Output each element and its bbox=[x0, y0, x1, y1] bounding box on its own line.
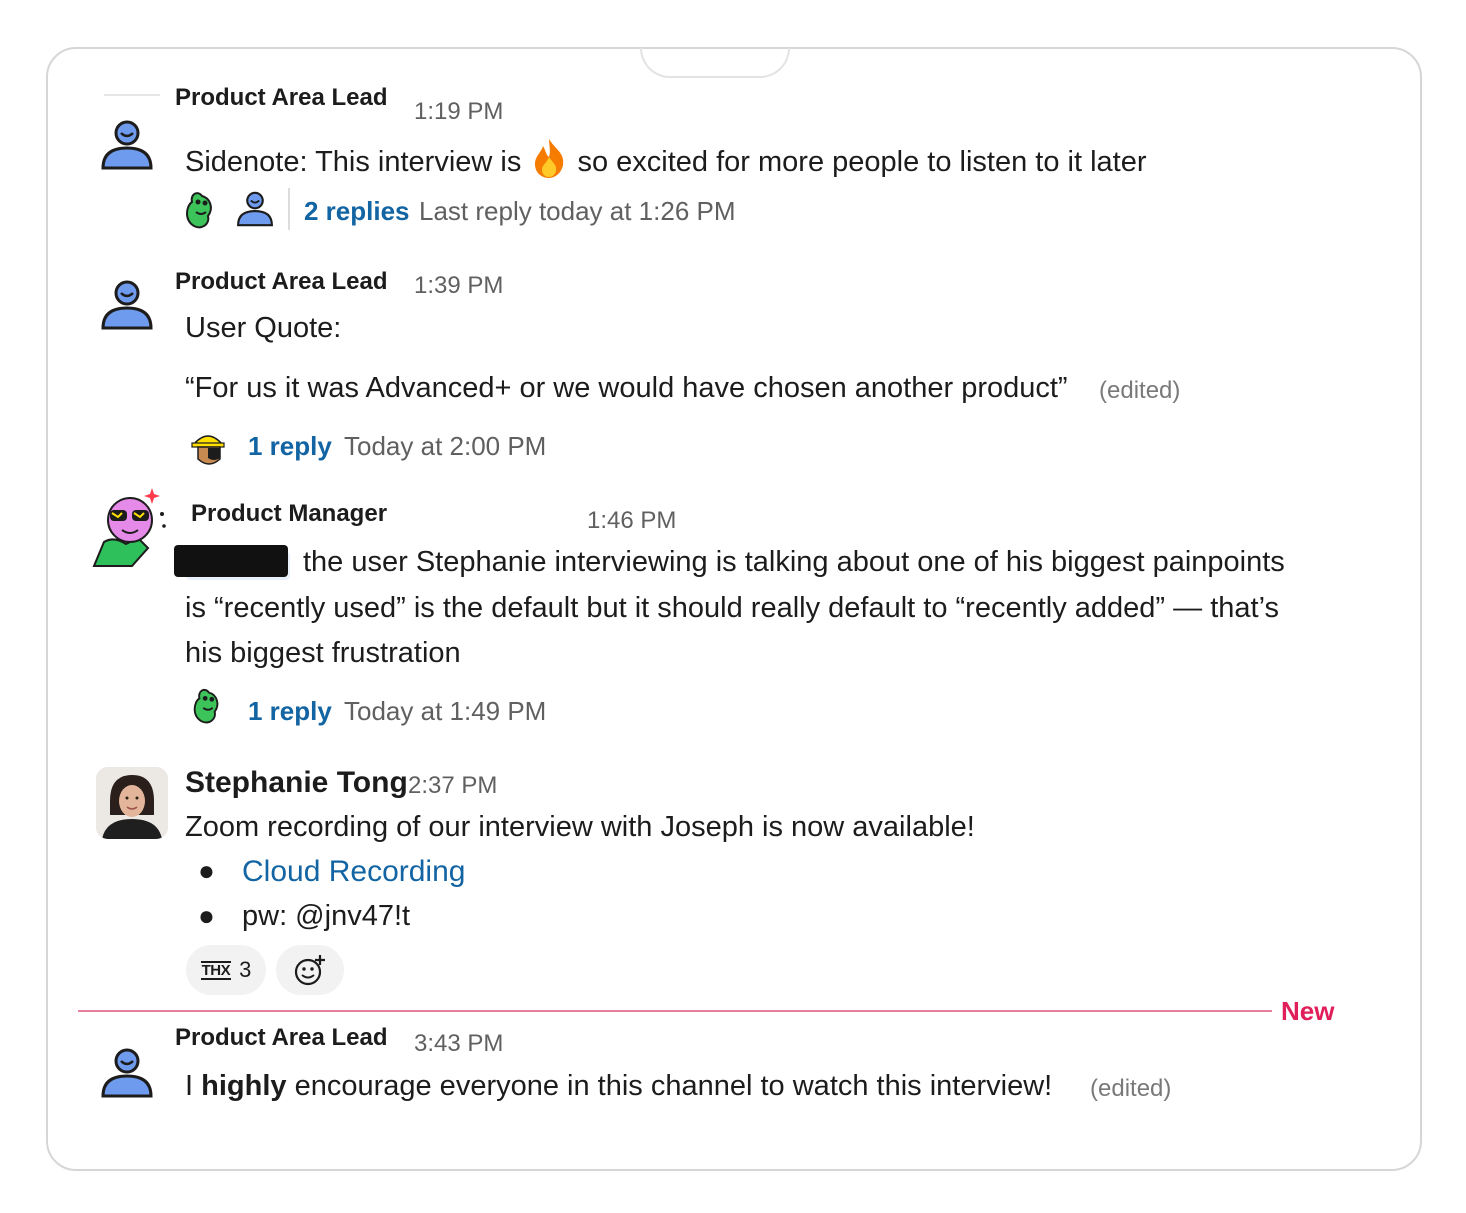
bullet-dot: ● bbox=[198, 855, 215, 886]
message-quote: “For us it was Advanced+ or we would hav… bbox=[185, 372, 1068, 404]
message-text: User Quote: bbox=[185, 312, 342, 344]
thread-replies-link[interactable]: 2 replies bbox=[304, 196, 410, 227]
edited-label: (edited) bbox=[1099, 377, 1181, 404]
construction-worker-avatar-icon[interactable] bbox=[188, 428, 228, 473]
reaction-count: 3 bbox=[239, 957, 252, 982]
thread-last-reply: Last reply today at 1:26 PM bbox=[419, 196, 736, 226]
thread-last-reply: Today at 2:00 PM bbox=[344, 431, 547, 461]
message-timestamp[interactable]: 1:19 PM bbox=[414, 98, 503, 126]
message-timestamp[interactable]: 3:43 PM bbox=[414, 1030, 503, 1058]
green-creature-avatar-icon[interactable] bbox=[188, 683, 228, 732]
fire-icon bbox=[535, 139, 564, 178]
thread-separator bbox=[288, 188, 290, 230]
message-timestamp[interactable]: 2:37 PM bbox=[408, 772, 497, 800]
password-text: pw: @jnv47!t bbox=[242, 900, 411, 932]
cloud-recording-link[interactable]: Cloud Recording bbox=[242, 855, 465, 889]
new-messages-label: New bbox=[1281, 996, 1335, 1026]
add-reaction-button[interactable] bbox=[276, 945, 344, 995]
new-messages-divider bbox=[78, 1010, 1272, 1012]
stephanie-avatar[interactable] bbox=[96, 767, 168, 839]
thx-reaction[interactable]: THX 3 bbox=[186, 945, 266, 995]
message-text: Zoom recording of our interview with Jos… bbox=[185, 811, 975, 843]
green-creature-avatar-icon[interactable] bbox=[180, 186, 222, 237]
user-avatar-icon[interactable] bbox=[100, 278, 154, 337]
bullet-dot: ● bbox=[198, 900, 215, 931]
message-author[interactable]: Product Area Lead bbox=[175, 268, 388, 296]
thread-replies-link[interactable]: 1 reply bbox=[248, 431, 332, 462]
thx-icon: THX bbox=[200, 960, 232, 980]
user-avatar-icon[interactable] bbox=[236, 190, 274, 233]
message-author[interactable]: Stephanie Tong bbox=[185, 766, 408, 800]
message-text: is “recently used” is the default but it… bbox=[185, 592, 1279, 624]
add-reaction-icon bbox=[294, 955, 325, 986]
message-text: Sidenote: This interview is so excited f… bbox=[185, 137, 1146, 179]
redacted-mention bbox=[174, 545, 288, 577]
user-avatar-icon[interactable] bbox=[100, 1046, 154, 1105]
user-avatar-icon[interactable] bbox=[100, 118, 154, 177]
message-text: the user Stephanie interviewing is talki… bbox=[303, 546, 1285, 578]
thread-last-reply: Today at 1:49 PM bbox=[344, 696, 547, 726]
edited-label: (edited) bbox=[1090, 1075, 1172, 1102]
scroll-tab[interactable] bbox=[640, 48, 790, 78]
message-timestamp[interactable]: 1:46 PM bbox=[587, 507, 676, 535]
sunglasses-character-avatar-icon[interactable] bbox=[92, 486, 172, 573]
message-author[interactable]: Product Area Lead bbox=[175, 1024, 388, 1052]
message-text: I highly encourage everyone in this chan… bbox=[185, 1070, 1053, 1102]
faded-divider bbox=[104, 94, 160, 96]
message-author[interactable]: Product Area Lead bbox=[175, 84, 388, 112]
message-timestamp[interactable]: 1:39 PM bbox=[414, 272, 503, 300]
thread-replies-link[interactable]: 1 reply bbox=[248, 696, 332, 727]
message-text: his biggest frustration bbox=[185, 637, 461, 669]
message-author[interactable]: Product Manager bbox=[191, 500, 387, 528]
